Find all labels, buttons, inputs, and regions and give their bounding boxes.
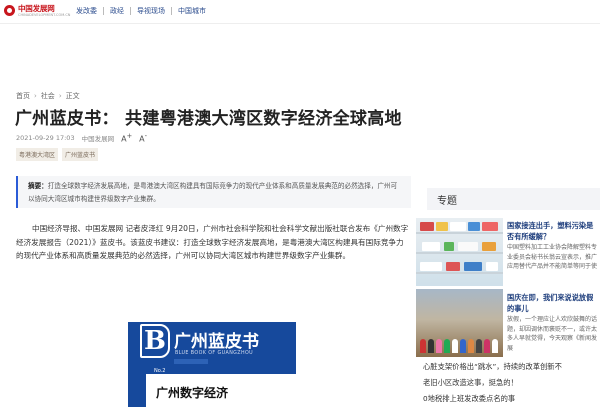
shelf-line [416,272,503,274]
shelf-line [416,232,503,234]
sidebar-item-desc: 中国塑料加工工业协会降解塑料专业委员会秘书长翁云宣表示，推广应用替代产品并不能简… [507,244,598,270]
article-title: 广州蓝皮书： 共建粤港澳大湾区数字经济全球高地 [15,109,402,129]
article-abstract: 摘要：打造全球数字经济发展高地，是粤港澳大湾区构建具有国际竞争力的现代产业体系和… [16,176,411,208]
breadcrumb-separator-icon: › [34,92,37,100]
nav-divider [171,7,172,15]
tag-list: 粤港澳大湾区 广州蓝皮书 [16,148,102,161]
crowd-figure [436,339,442,353]
top-nav: 发改委 政经 导视现场 中国城市 [76,6,206,16]
nav-link-politics[interactable]: 政经 [110,6,124,16]
product-box [446,262,460,271]
breadcrumb: 首页 › 社会 › 正文 [16,91,80,101]
nav-link-ndrc[interactable]: 发改委 [76,6,97,16]
breadcrumb-current: 正文 [65,92,80,100]
product-box [436,222,448,231]
sidebar-link[interactable]: 老旧小区改造这事，挺急的！ [423,378,518,388]
crowd-figure [428,339,434,353]
cover-subtitle: 广州数字经济 [156,386,229,400]
product-box [464,262,482,271]
breadcrumb-society[interactable]: 社会 [41,92,55,100]
article-body: 中国经济导报、中国发展网 记者皮泽红 9月20日，广州市社会科学院和社会科学文献… [16,224,409,260]
cover-english-title: BLUE BOOK OF GUANGZHOU [175,351,254,356]
sidebar-item-title[interactable]: 国家接连出手，塑料污染是否有所缓解？ [507,220,597,242]
font-size-large-button[interactable]: A+ [121,132,132,144]
article-datetime: 2021-09-29 17:03 [16,133,75,142]
product-box [444,242,454,251]
crowd-figure [460,339,466,353]
sidebar-item-desc: 放假，一个理应让人欢欣鼓舞的话题，却因调休而褒贬不一，或许太多人早就觉得，今天观… [507,316,598,352]
crowd-figure [492,339,498,353]
product-box [486,262,498,271]
article-meta: 2021-09-29 17:03 中国发展网 A+ A- [16,132,147,144]
article-source[interactable]: 中国发展网 [82,133,115,143]
sidebar-link[interactable]: 心脏支架价格出“跳水”，持续的改革创新不 [423,362,562,372]
sidebar-header: 专题 [427,188,600,210]
breadcrumb-separator-icon: › [58,92,62,100]
product-box [458,242,478,251]
nav-link-cities[interactable]: 中国城市 [178,6,206,16]
sidebar-heading: 专题 [437,196,457,207]
product-box [420,222,434,231]
product-box [422,242,440,251]
crowd-figure [476,339,482,353]
book-cover-image: B 广州蓝皮书 BLUE BOOK OF GUANGZHOU No.2 广州数字… [128,322,296,407]
cover-letter: B [140,324,170,358]
plastic-shelf-thumbnail[interactable] [416,218,503,286]
product-box [450,222,466,231]
logo-icon [4,5,15,16]
crowd-figure [420,339,426,353]
holiday-crowd-thumbnail[interactable] [416,289,503,357]
cover-title: 广州蓝皮书 [174,332,259,352]
crowd-figure [452,339,458,353]
product-box [482,222,498,231]
product-box [420,262,442,271]
abstract-label: 摘要： [28,182,48,190]
cover-decoration [174,359,208,364]
crowd-figure [468,339,474,353]
tag-item[interactable]: 广州蓝皮书 [62,148,99,161]
sidebar-link[interactable]: 0地税排上班发改委点名的事 [423,394,515,404]
logo-subtext: CHINADEVELOPMENT.COM.CN [18,13,71,17]
breadcrumb-home[interactable]: 首页 [16,92,30,100]
nav-divider [103,7,104,15]
crowd-figure [484,339,490,353]
top-bar: 中国发展网 CHINADEVELOPMENT.COM.CN 发改委 政经 导视现… [0,0,600,24]
sidebar-item-title[interactable]: 国庆在即，我们来说说放假的事儿 [507,292,597,314]
tag-item[interactable]: 粤港澳大湾区 [16,148,59,161]
site-logo[interactable]: 中国发展网 CHINADEVELOPMENT.COM.CN [4,3,74,21]
nav-divider [130,7,131,15]
font-size-small-button[interactable]: A- [139,132,147,144]
product-box [468,222,480,231]
product-box [482,242,496,251]
nav-link-live[interactable]: 导视现场 [137,6,165,16]
crowd-figure [444,339,450,353]
abstract-text: 打造全球数字经济发展高地，是粤港澳大湾区构建具有国际竞争力的现代产业体系和高质量… [28,182,398,203]
cover-spine [128,374,146,407]
shelf-line [416,252,503,254]
